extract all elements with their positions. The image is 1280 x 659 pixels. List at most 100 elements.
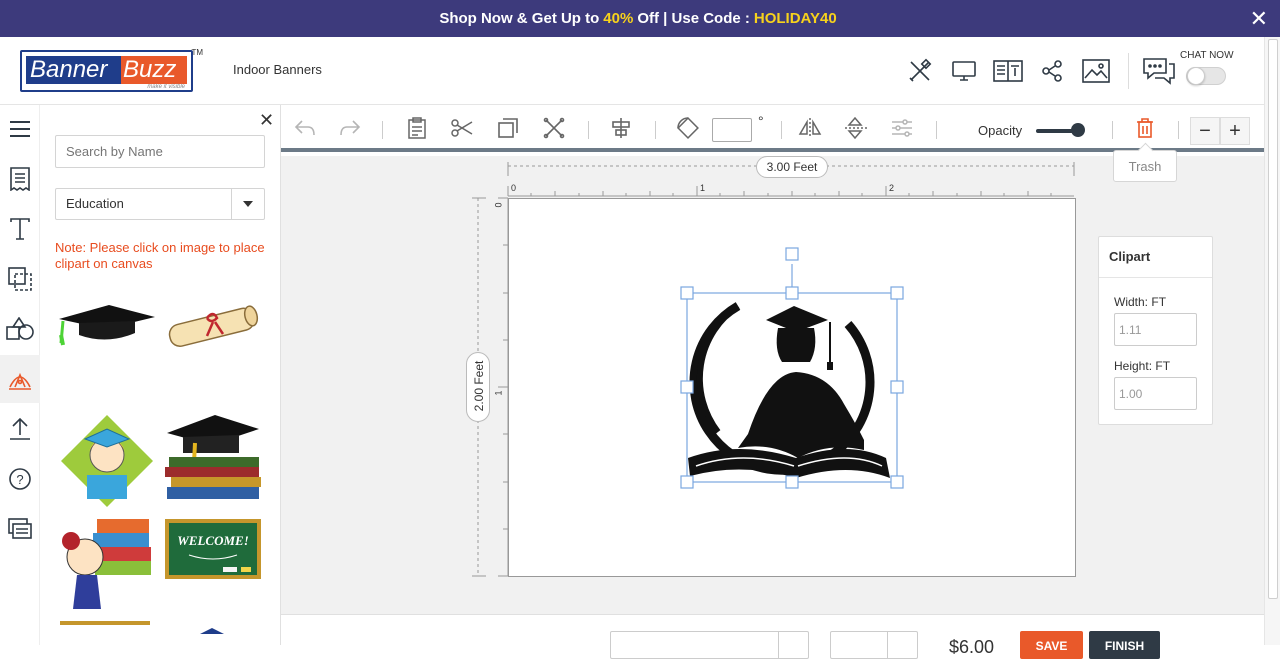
chevron-down-icon[interactable] bbox=[231, 189, 264, 219]
selected-clipart-graduate[interactable] bbox=[678, 244, 908, 492]
clipart-girl-with-books[interactable] bbox=[57, 515, 157, 609]
chevron-down-icon[interactable] bbox=[778, 632, 808, 658]
text-icon[interactable] bbox=[0, 205, 40, 253]
header-divider bbox=[1128, 53, 1129, 89]
toolbar-divider bbox=[655, 121, 656, 139]
save-button[interactable]: SAVE bbox=[1020, 631, 1083, 659]
canvas-height-pill: 2.00 Feet bbox=[466, 352, 490, 422]
promo-text-middle: Off | Use Code : bbox=[637, 10, 750, 27]
chevron-down-icon[interactable] bbox=[887, 632, 917, 658]
undo-icon[interactable] bbox=[292, 115, 318, 141]
menu-icon[interactable] bbox=[0, 105, 40, 153]
clipart-welcome-chalkboard[interactable]: WELCOME! bbox=[163, 517, 263, 607]
clipart-partial-1[interactable] bbox=[60, 621, 160, 631]
trash-tooltip: Trash bbox=[1113, 150, 1177, 182]
adjust-sliders-icon[interactable] bbox=[889, 115, 915, 141]
height-label-text: Height: bbox=[1114, 359, 1153, 373]
page-scrollbar[interactable] bbox=[1264, 37, 1280, 645]
clipart-cap-on-books[interactable] bbox=[163, 413, 263, 503]
cut-icon[interactable] bbox=[449, 115, 475, 141]
design-tools-icon[interactable] bbox=[898, 54, 942, 88]
height-unit: FT bbox=[1155, 359, 1171, 373]
toolbar-divider bbox=[936, 121, 937, 139]
clipart-width-input[interactable] bbox=[1114, 313, 1197, 346]
copy-icon[interactable] bbox=[495, 115, 521, 141]
material-select[interactable] bbox=[610, 631, 809, 659]
upload-icon[interactable] bbox=[0, 405, 40, 453]
share-icon[interactable] bbox=[1030, 54, 1074, 88]
width-unit: FT bbox=[1151, 295, 1167, 309]
logo-tagline: make it visible bbox=[147, 84, 185, 90]
book-icon[interactable] bbox=[986, 54, 1030, 88]
width-label: Width: FT bbox=[1114, 295, 1166, 309]
toolbar-divider bbox=[1178, 121, 1179, 139]
bottom-bar: $6.00 SAVE FINISH bbox=[281, 614, 1264, 659]
left-toolbar: ? bbox=[0, 105, 40, 645]
shapes-icon[interactable] bbox=[0, 305, 40, 353]
help-icon[interactable]: ? bbox=[0, 455, 40, 503]
editor-toolbar: ° Opacity bbox=[281, 105, 1264, 152]
more-icon[interactable] bbox=[0, 505, 40, 553]
promo-text-before: Shop Now & Get Up to bbox=[439, 10, 600, 27]
toolbar-divider bbox=[588, 121, 589, 139]
clipart-diploma-scroll[interactable] bbox=[163, 300, 263, 390]
scrollbar-thumb[interactable] bbox=[1268, 39, 1278, 599]
templates-icon[interactable] bbox=[0, 155, 40, 203]
angle-input[interactable] bbox=[712, 118, 752, 142]
svg-text:?: ? bbox=[16, 472, 23, 487]
trash-icon[interactable] bbox=[1132, 115, 1158, 141]
clipart-height-input[interactable] bbox=[1114, 377, 1197, 410]
bannerbuzz-logo[interactable]: Banner Buzz make it visible TM bbox=[20, 48, 203, 92]
clipart-panel: ✕ Education Note: Please click on image … bbox=[40, 105, 281, 645]
chat-icon[interactable] bbox=[1142, 55, 1176, 90]
flip-vertical-icon[interactable] bbox=[843, 115, 869, 141]
opacity-slider-knob[interactable] bbox=[1071, 123, 1085, 137]
logo-part-buzz: Buzz bbox=[121, 56, 187, 84]
monitor-icon[interactable] bbox=[942, 54, 986, 88]
promo-code: HOLIDAY40 bbox=[753, 10, 837, 27]
toggle-knob bbox=[1187, 67, 1205, 85]
promo-discount: 40% bbox=[603, 10, 634, 27]
svg-text:WELCOME!: WELCOME! bbox=[177, 533, 249, 548]
clipart-icon[interactable] bbox=[0, 355, 40, 403]
chat-now-label: CHAT NOW bbox=[1180, 50, 1234, 61]
zoom-out-button[interactable]: − bbox=[1190, 117, 1220, 145]
quantity-select[interactable] bbox=[830, 631, 918, 659]
toolbar-divider bbox=[781, 121, 782, 139]
finish-button[interactable]: FINISH bbox=[1089, 631, 1160, 659]
ruler-left-label-0: 0 bbox=[493, 202, 504, 208]
opacity-label: Opacity bbox=[978, 123, 1023, 138]
logo-part-banner: Banner bbox=[26, 56, 121, 84]
clipart-properties-panel: Clipart Width: FT Height: FT bbox=[1098, 236, 1213, 425]
canvas-height-label: 2.00 Feet bbox=[472, 360, 486, 412]
header-icons bbox=[898, 54, 1118, 88]
rotate-icon[interactable] bbox=[675, 115, 701, 141]
close-panel-icon[interactable]: ✕ bbox=[259, 110, 274, 131]
toolbar-divider bbox=[382, 121, 383, 139]
clipart-partial-2[interactable] bbox=[200, 621, 280, 634]
properties-title: Clipart bbox=[1099, 237, 1212, 278]
paste-icon[interactable] bbox=[404, 115, 430, 141]
zoom-in-button[interactable]: + bbox=[1220, 117, 1250, 145]
category-select[interactable]: Education bbox=[55, 188, 265, 220]
align-center-icon[interactable] bbox=[608, 115, 634, 141]
clipart-note: Note: Please click on image to place cli… bbox=[55, 240, 265, 271]
height-label: Height: FT bbox=[1114, 359, 1170, 373]
background-icon[interactable] bbox=[0, 255, 40, 303]
flip-horizontal-icon[interactable] bbox=[797, 115, 823, 141]
breadcrumb-product[interactable]: Indoor Banners bbox=[233, 62, 322, 77]
delete-x-icon[interactable] bbox=[541, 115, 567, 141]
ruler-top-label-2: 2 bbox=[889, 183, 895, 193]
price-total: $6.00 bbox=[949, 637, 995, 657]
clipart-graduation-cap[interactable] bbox=[57, 295, 157, 385]
clipart-search-input[interactable] bbox=[55, 135, 265, 168]
ruler-top-label-0: 0 bbox=[511, 183, 517, 193]
clipart-graduate-girl[interactable] bbox=[57, 413, 157, 507]
chat-toggle[interactable] bbox=[1186, 67, 1226, 85]
close-promo-icon[interactable]: ✕ bbox=[1250, 6, 1268, 32]
redo-icon[interactable] bbox=[337, 115, 363, 141]
width-label-text: Width: bbox=[1114, 295, 1149, 309]
ruler-left-label-1: 1 bbox=[493, 390, 504, 396]
ruler-top-label-1: 1 bbox=[700, 183, 706, 193]
image-icon[interactable] bbox=[1074, 54, 1118, 88]
